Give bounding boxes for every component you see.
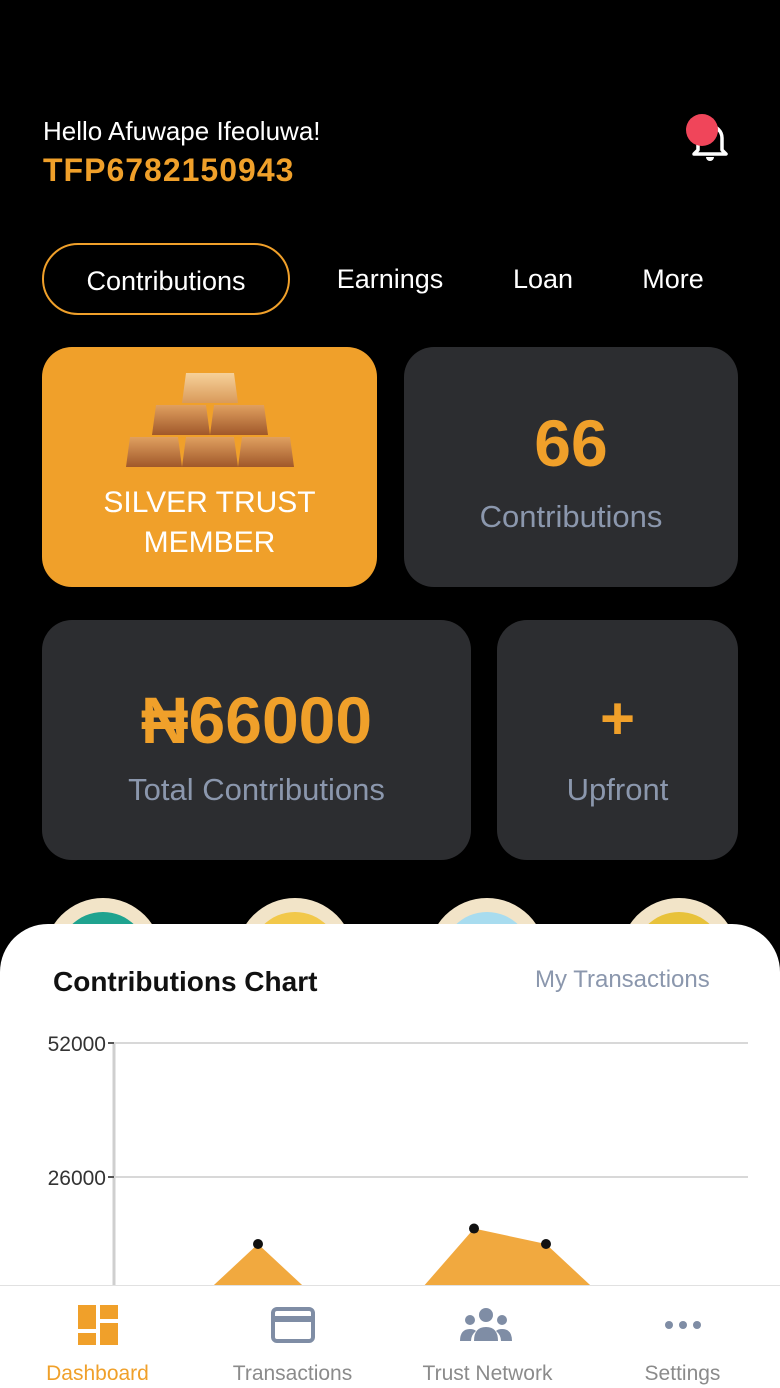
tier-label-line1: SILVER TRUST — [103, 486, 316, 519]
bottom-nav: Dashboard Transactions Trust Network Set… — [0, 1285, 780, 1388]
y-tick-label: 52000 — [48, 1033, 106, 1056]
contributions-count-card[interactable]: 66 Contributions — [404, 347, 738, 587]
data-point — [469, 1223, 479, 1234]
contributions-chart: 52000 26000 — [48, 1033, 748, 1286]
total-contributions-value: ₦66000 — [140, 683, 373, 757]
upfront-label: Upfront — [566, 772, 669, 807]
data-point — [253, 1239, 263, 1249]
nav-dashboard[interactable]: Dashboard — [0, 1286, 195, 1388]
nav-settings-label: Settings — [644, 1362, 721, 1385]
dashboard-icon — [78, 1305, 118, 1345]
total-contributions-card[interactable]: ₦66000 Total Contributions — [42, 620, 471, 860]
contributions-count-label: Contributions — [479, 499, 663, 534]
data-point — [541, 1239, 551, 1249]
greeting-text: Hello Afuwape Ifeoluwa! — [43, 116, 321, 146]
people-icon — [460, 1308, 512, 1341]
tier-card[interactable]: SILVER TRUST MEMBER — [42, 347, 377, 587]
tier-label: SILVER TRUST MEMBER — [42, 483, 377, 563]
card-icon — [271, 1307, 315, 1343]
chart-title: Contributions Chart — [53, 966, 318, 997]
more-dots-icon — [665, 1321, 701, 1329]
total-contributions-label: Total Contributions — [128, 772, 385, 807]
member-id: TFP6782150943 — [43, 152, 295, 188]
plus-icon: + — [599, 685, 636, 752]
gold-bars-icon — [126, 373, 294, 467]
upfront-card[interactable]: + Upfront — [497, 620, 738, 860]
my-transactions-link[interactable]: My Transactions — [535, 966, 710, 994]
nav-trust-network-label: Trust Network — [422, 1362, 553, 1385]
tab-loan[interactable]: Loan — [496, 243, 590, 315]
nav-dashboard-label: Dashboard — [46, 1362, 149, 1385]
nav-trust-network[interactable]: Trust Network — [390, 1286, 585, 1388]
nav-transactions[interactable]: Transactions — [195, 1286, 390, 1388]
tier-label-line2: MEMBER — [143, 526, 276, 559]
contributions-count-value: 66 — [534, 406, 608, 480]
area-series — [212, 1228, 592, 1286]
nav-transactions-label: Transactions — [232, 1362, 353, 1385]
tab-contributions[interactable]: Contributions — [42, 243, 290, 315]
section-tabs: Contributions Earnings Loan More — [42, 243, 742, 315]
tab-more[interactable]: More — [628, 243, 718, 315]
nav-settings[interactable]: Settings — [585, 1286, 780, 1388]
tab-earnings[interactable]: Earnings — [320, 243, 460, 315]
y-tick-label: 26000 — [48, 1167, 106, 1190]
notification-badge — [686, 114, 718, 146]
